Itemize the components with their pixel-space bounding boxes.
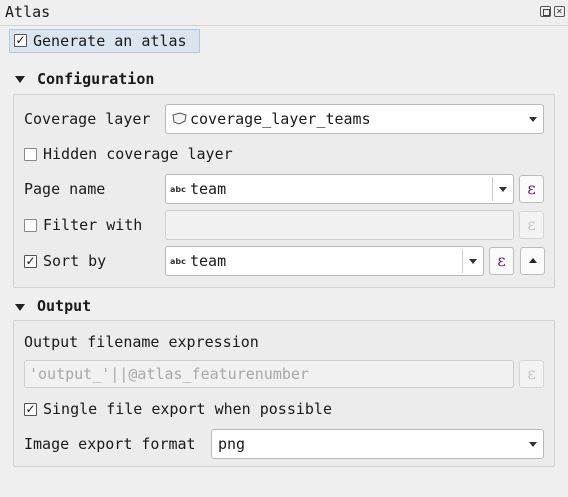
text-field-type-icon: abc <box>170 257 186 266</box>
collapse-triangle-icon[interactable] <box>15 304 25 311</box>
filter-expression-button[interactable]: ε <box>519 211 544 239</box>
collapse-triangle-icon[interactable] <box>15 76 25 83</box>
image-export-format-label: Image export format <box>24 435 196 453</box>
page-name-value: team <box>190 180 227 198</box>
sort-by-value: team <box>190 252 227 270</box>
check-icon: ✓ <box>15 33 26 47</box>
arrow-up-icon <box>529 258 537 263</box>
page-name-label: Page name <box>24 180 106 198</box>
chevron-down-icon[interactable] <box>499 187 507 192</box>
sort-by-field[interactable]: abc team <box>165 246 484 276</box>
check-icon: ✓ <box>25 254 36 268</box>
expression-icon: ε <box>527 215 536 234</box>
expression-icon: ε <box>527 364 536 383</box>
filter-with-checkbox[interactable] <box>24 219 37 232</box>
float-icon[interactable] <box>540 6 551 17</box>
output-filename-field[interactable]: 'output_'||@atlas_featurenumber <box>24 360 514 388</box>
hidden-coverage-label: Hidden coverage layer <box>43 145 233 163</box>
field-separator <box>462 249 463 273</box>
output-filename-label: Output filename expression <box>24 333 259 351</box>
coverage-layer-label: Coverage layer <box>24 110 151 128</box>
single-file-export-label: Single file export when possible <box>43 400 332 418</box>
coverage-layer-value: coverage_layer_teams <box>190 110 371 128</box>
text-field-type-icon: abc <box>170 185 186 194</box>
close-icon[interactable] <box>554 6 565 17</box>
expression-icon: ε <box>497 251 506 270</box>
image-export-format-value: png <box>218 435 246 453</box>
chevron-down-icon <box>529 117 537 122</box>
sort-by-expression-button[interactable]: ε <box>489 247 514 275</box>
check-icon: ✓ <box>25 402 36 416</box>
sort-ascending-button[interactable] <box>520 247 545 275</box>
window-title: Atlas <box>5 3 51 21</box>
expression-icon: ε <box>527 179 536 198</box>
image-export-format-select[interactable]: png <box>211 429 544 459</box>
filter-with-label: Filter with <box>43 216 143 234</box>
generate-atlas-row[interactable]: ✓ Generate an atlas <box>9 29 200 53</box>
generate-atlas-label: Generate an atlas <box>33 32 187 50</box>
single-file-export-checkbox[interactable]: ✓ <box>24 403 37 416</box>
output-filename-value: 'output_'||@atlas_featurenumber <box>29 365 309 383</box>
configuration-header[interactable]: Configuration <box>37 70 154 88</box>
sort-by-checkbox[interactable]: ✓ <box>24 255 37 268</box>
page-name-field[interactable]: abc team <box>165 174 514 204</box>
chevron-down-icon[interactable] <box>469 259 477 264</box>
title-bar: Atlas <box>0 0 568 26</box>
generate-atlas-checkbox[interactable]: ✓ <box>14 34 27 47</box>
filter-with-field[interactable] <box>165 210 514 240</box>
coverage-layer-select[interactable]: coverage_layer_teams <box>165 104 544 134</box>
sort-by-label: Sort by <box>43 252 107 270</box>
page-name-expression-button[interactable]: ε <box>519 175 544 203</box>
output-header[interactable]: Output <box>37 297 91 315</box>
chevron-down-icon <box>529 442 537 447</box>
hidden-coverage-checkbox[interactable] <box>24 148 37 161</box>
field-separator <box>492 177 493 201</box>
polygon-layer-icon <box>172 112 187 125</box>
output-filename-expression-button[interactable]: ε <box>519 360 544 388</box>
